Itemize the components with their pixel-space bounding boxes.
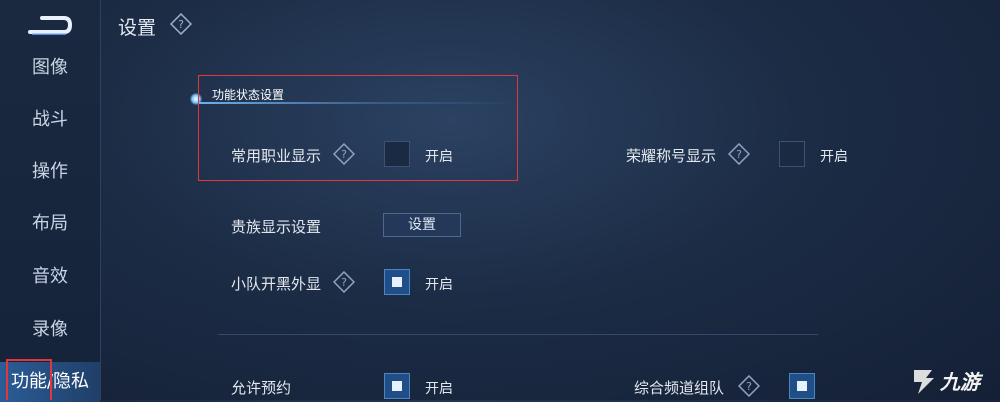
back-icon[interactable] (26, 10, 74, 40)
career-display-help-icon[interactable]: ? (333, 143, 355, 165)
sidebar: 图像 战斗 操作 布局 音效 录像 功能/隐私 (0, 0, 101, 402)
sidebar-item-battle[interactable]: 战斗 (0, 100, 100, 140)
career-display-label: 常用职业显示 (231, 147, 322, 165)
watermark-logo-icon (914, 370, 934, 394)
svg-text:?: ? (341, 148, 347, 161)
channel-team-help-icon[interactable]: ? (738, 375, 760, 397)
sidebar-item-graphics[interactable]: 图像 (0, 48, 100, 88)
active-highlight-outline (6, 359, 52, 400)
help-icon[interactable]: ? (170, 13, 192, 35)
sidebar-item-sound[interactable]: 音效 (0, 257, 100, 297)
squad-voice-checkbox[interactable] (384, 269, 410, 295)
svg-text:?: ? (746, 380, 752, 393)
channel-team-label: 综合频道组队 (634, 379, 725, 397)
honor-title-state: 开启 (820, 149, 848, 165)
sidebar-item-replay[interactable]: 录像 (0, 310, 100, 350)
svg-text:?: ? (178, 18, 184, 31)
honor-title-display-label: 荣耀称号显示 (626, 147, 717, 165)
noble-display-label: 贵族显示设置 (231, 218, 322, 236)
watermark-text: 九游 (940, 370, 980, 394)
honor-title-checkbox[interactable] (779, 141, 805, 167)
sidebar-item-controls[interactable]: 操作 (0, 152, 100, 192)
section-title: 功能状态设置 (212, 88, 285, 102)
allow-reservation-state: 开启 (425, 381, 453, 397)
sidebar-item-layout[interactable]: 布局 (0, 204, 100, 244)
noble-settings-button[interactable]: 设置 (383, 213, 461, 237)
career-display-state: 开启 (425, 149, 453, 165)
allow-reservation-checkbox[interactable] (384, 373, 410, 399)
page-title: 设置 (118, 17, 157, 39)
squad-voice-label: 小队开黑外显 (231, 275, 322, 293)
honor-title-help-icon[interactable]: ? (728, 143, 750, 165)
career-display-checkbox[interactable] (384, 141, 410, 167)
svg-text:?: ? (736, 148, 742, 161)
svg-text:?: ? (341, 276, 347, 289)
channel-team-checkbox[interactable] (789, 373, 815, 399)
allow-reservation-label: 允许预约 (231, 379, 292, 397)
divider (218, 334, 818, 335)
squad-voice-state: 开启 (425, 277, 453, 293)
squad-voice-help-icon[interactable]: ? (333, 271, 355, 293)
